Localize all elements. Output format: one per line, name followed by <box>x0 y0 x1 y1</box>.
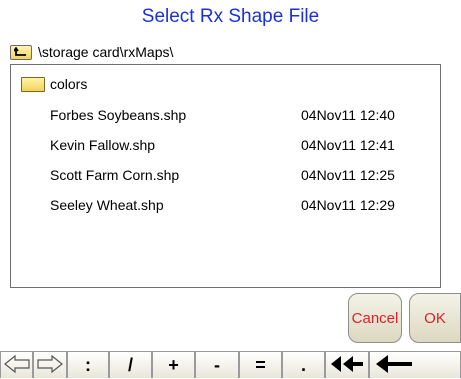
folder-name: colors <box>50 76 88 92</box>
list-item[interactable]: Scott Farm Corn.shp 04Nov11 12:25 <box>11 162 440 188</box>
file-date: 04Nov11 12:25 <box>301 167 395 183</box>
list-item[interactable]: Seeley Wheat.shp 04Nov11 12:29 <box>11 192 440 218</box>
list-item[interactable]: Kevin Fallow.shp 04Nov11 12:41 <box>11 132 440 158</box>
file-list[interactable]: colors Forbes Soybeans.shp 04Nov11 12:40… <box>10 64 441 288</box>
arrow-left-outline-icon <box>3 354 30 374</box>
key-plus[interactable]: + <box>152 351 195 378</box>
key-equals[interactable]: = <box>239 351 282 378</box>
list-item[interactable]: Forbes Soybeans.shp 04Nov11 12:40 <box>11 102 440 128</box>
on-screen-keyboard-row: : / + - = . <box>0 351 461 378</box>
key-period[interactable]: . <box>282 351 325 378</box>
dialog-title: Select Rx Shape File <box>141 6 320 27</box>
folder-up-icon[interactable] <box>10 44 32 60</box>
file-date: 04Nov11 12:40 <box>301 107 395 123</box>
arrow-right-outline-icon <box>37 354 63 374</box>
ok-button[interactable]: OK <box>409 293 461 343</box>
move-to-start-key[interactable] <box>325 351 369 378</box>
file-name: Scott Farm Corn.shp <box>50 167 180 183</box>
file-date: 04Nov11 12:41 <box>301 137 395 153</box>
file-name: Seeley Wheat.shp <box>50 197 164 213</box>
list-item-folder[interactable]: colors <box>11 71 440 97</box>
current-path-text: \storage card\rxMaps\ <box>38 44 174 60</box>
file-date: 04Nov11 12:29 <box>301 197 395 213</box>
cursor-right-key[interactable] <box>33 351 67 378</box>
cancel-button[interactable]: Cancel <box>348 293 402 343</box>
cursor-left-key[interactable] <box>0 351 33 378</box>
file-name: Kevin Fallow.shp <box>50 137 156 153</box>
backspace-arrow-icon <box>376 355 412 373</box>
folder-icon <box>21 76 45 92</box>
file-name: Forbes Soybeans.shp <box>50 107 187 123</box>
double-arrow-left-icon <box>331 356 363 372</box>
backspace-key[interactable] <box>369 351 461 378</box>
current-path-bar: \storage card\rxMaps\ <box>10 41 173 63</box>
key-slash[interactable]: / <box>109 351 152 378</box>
key-minus[interactable]: - <box>195 351 239 378</box>
key-colon[interactable]: : <box>67 351 109 378</box>
